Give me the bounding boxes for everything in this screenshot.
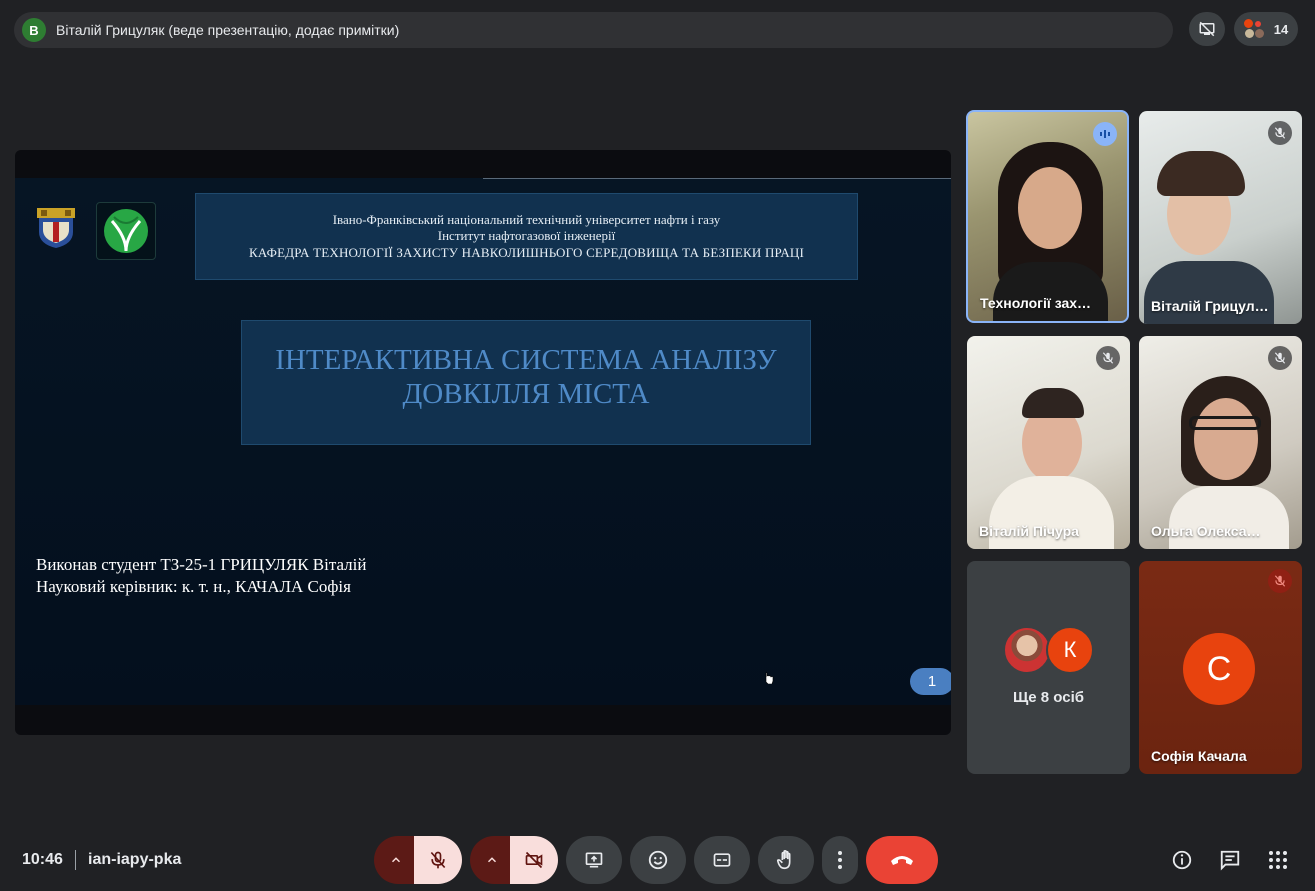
mic-off-icon <box>1096 346 1120 370</box>
chevron-up-icon <box>487 857 497 863</box>
more-options-button[interactable] <box>822 836 858 884</box>
raise-hand-button[interactable] <box>758 836 814 884</box>
participant-avatar: С <box>1183 633 1255 705</box>
presenter-label: Віталій Грицуляк (веде презентацію, дода… <box>56 22 400 38</box>
mic-off-icon <box>430 851 446 869</box>
microphone-toggle-button[interactable] <box>414 836 462 884</box>
mic-off-icon <box>1268 346 1292 370</box>
author-line: Виконав студент ТЗ-25-1 ГРИЦУЛЯК Віталій <box>36 555 367 574</box>
people-avatars-icon <box>1243 19 1266 39</box>
presentation-off-button[interactable] <box>1189 12 1225 46</box>
present-off-icon <box>1199 21 1215 37</box>
chat-icon <box>1220 850 1240 871</box>
chat-button[interactable] <box>1218 848 1242 872</box>
captions-icon <box>713 853 731 867</box>
participant-tile[interactable]: Віталій Грицул… <box>1139 111 1302 324</box>
presentation-stage: Івано-Франківський національний технічни… <box>15 150 951 735</box>
people-button[interactable]: 14 <box>1234 12 1298 46</box>
mouse-cursor-icon <box>765 672 774 684</box>
presenter-avatar: В <box>22 18 46 42</box>
presenter-banner: В Віталій Грицуляк (веде презентацію, до… <box>14 12 1173 48</box>
captions-button[interactable] <box>694 836 750 884</box>
participant-tile[interactable]: Ольга Олекса… <box>1139 336 1302 549</box>
divider <box>75 850 76 870</box>
slide: Івано-Франківський національний технічни… <box>15 178 951 705</box>
leave-call-button[interactable] <box>866 836 938 884</box>
slide-header: Івано-Франківський національний технічни… <box>195 193 858 280</box>
meeting-code: ian-iapy-pka <box>88 851 182 868</box>
apps-grid-icon <box>1269 851 1287 869</box>
participant-tile[interactable]: Технології зах… <box>966 110 1129 323</box>
participant-tile[interactable]: С Софія Качала <box>1139 561 1302 774</box>
more-participants-avatars: К <box>1003 626 1098 674</box>
leaf-logo-icon <box>104 209 148 253</box>
camera-off-icon <box>525 851 543 869</box>
participants-count: 14 <box>1273 21 1289 37</box>
participant-tile[interactable]: Віталій Пічура <box>967 336 1130 549</box>
slide-title-line2: ДОВКІЛЛЯ МІСТА <box>402 378 650 410</box>
hang-up-icon <box>891 856 913 865</box>
participant-name: Технології зах… <box>980 295 1092 311</box>
mic-off-icon <box>1268 569 1292 593</box>
participant-name: Софія Качала <box>1151 748 1247 764</box>
department-name: КАФЕДРА ТЕХНОЛОГІЇ ЗАХИСТУ НАВКОЛИШНЬОГО… <box>248 245 805 260</box>
camera-toggle-button[interactable] <box>510 836 558 884</box>
university-crest-icon <box>37 208 75 248</box>
participant-name: Віталій Грицул… <box>1151 298 1269 314</box>
participant-name: Ольга Олекса… <box>1151 523 1261 539</box>
institute-name: Інститут нафтогазової інженерії <box>437 228 616 243</box>
department-logo <box>96 202 156 260</box>
university-name: Івано-Франківський національний технічни… <box>332 212 721 227</box>
supervisor-line: Науковий керівник: к. т. н., КАЧАЛА Софі… <box>36 577 351 596</box>
participant-photo-avatar <box>1003 626 1051 674</box>
slide-credits: Виконав студент ТЗ-25-1 ГРИЦУЛЯК Віталій… <box>36 554 367 598</box>
participant-name: Віталій Пічура <box>979 523 1079 539</box>
more-vert-icon <box>838 851 842 869</box>
activities-button[interactable] <box>1266 848 1290 872</box>
mic-off-icon <box>1268 121 1292 145</box>
reactions-button[interactable] <box>630 836 686 884</box>
participant-initial-avatar: К <box>1046 626 1094 674</box>
info-icon <box>1172 850 1192 870</box>
audio-options-button[interactable] <box>374 836 418 884</box>
present-screen-icon <box>585 852 603 868</box>
present-screen-button[interactable] <box>566 836 622 884</box>
more-participants-label: Ще 8 осіб <box>1012 689 1085 706</box>
emoji-icon <box>648 850 668 870</box>
speaking-indicator-icon <box>1093 122 1117 146</box>
meeting-details-button[interactable] <box>1170 848 1194 872</box>
slide-page-number: 1 <box>910 668 951 695</box>
meeting-time: 10:46 <box>22 851 63 868</box>
hand-icon <box>776 850 791 870</box>
slide-title: ІНТЕРАКТИВНА СИСТЕМА АНАЛІЗУ ДОВКІЛЛЯ МІ… <box>241 320 811 445</box>
slide-divider <box>483 178 951 179</box>
more-participants-tile[interactable]: К Ще 8 осіб <box>967 561 1130 774</box>
slide-title-line1: ІНТЕРАКТИВНА СИСТЕМА АНАЛІЗУ <box>275 344 777 376</box>
chevron-up-icon <box>391 857 401 863</box>
video-options-button[interactable] <box>470 836 514 884</box>
